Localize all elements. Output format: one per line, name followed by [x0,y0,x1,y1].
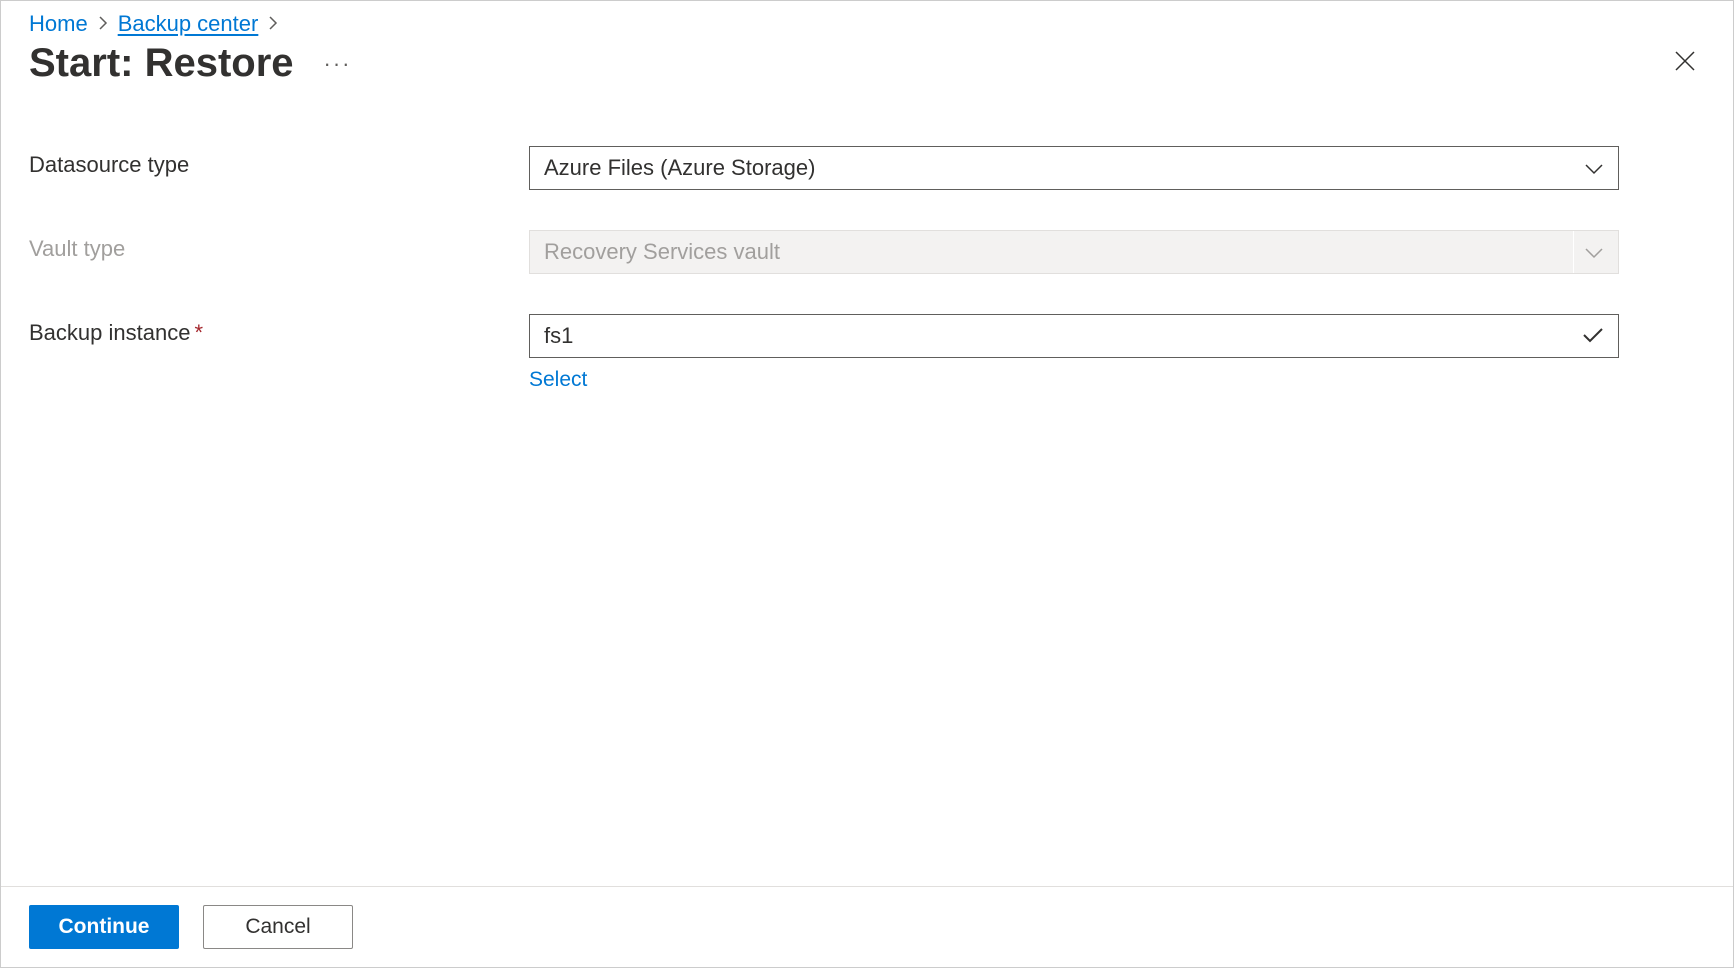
continue-button[interactable]: Continue [29,905,179,949]
close-icon [1674,50,1696,77]
divider [1573,231,1574,273]
breadcrumb-home-link[interactable]: Home [29,11,88,37]
chevron-right-icon [98,14,108,35]
more-actions-button[interactable]: ··· [320,51,356,77]
page-container: Home Backup center Start: Restore ··· Da… [0,0,1734,968]
chevron-right-icon [268,14,278,35]
label-vault-type: Vault type [29,230,529,262]
chevron-down-icon [1584,155,1604,181]
chevron-down-icon [1584,239,1604,265]
page-title: Start: Restore [29,41,294,86]
check-icon [1582,323,1604,349]
backup-instance-value: fs1 [544,323,573,349]
cancel-button[interactable]: Cancel [203,905,353,949]
page-header: Start: Restore ··· [1,37,1733,106]
close-button[interactable] [1665,44,1705,84]
footer: Continue Cancel [1,886,1733,967]
row-datasource-type: Datasource type Azure Files (Azure Stora… [29,146,1705,190]
required-star-icon: * [194,320,203,345]
row-vault-type: Vault type Recovery Services vault [29,230,1705,274]
backup-instance-select[interactable]: fs1 [529,314,1619,358]
datasource-type-value: Azure Files (Azure Storage) [544,155,815,181]
form: Datasource type Azure Files (Azure Stora… [1,106,1733,886]
title-row: Start: Restore ··· [29,41,356,86]
label-backup-instance: Backup instance* [29,314,529,346]
datasource-type-select[interactable]: Azure Files (Azure Storage) [529,146,1619,190]
breadcrumb: Home Backup center [1,1,1733,37]
label-datasource-type: Datasource type [29,146,529,178]
vault-type-select: Recovery Services vault [529,230,1619,274]
breadcrumb-backup-center-link[interactable]: Backup center [118,11,259,37]
backup-instance-select-link[interactable]: Select [529,368,587,392]
vault-type-value: Recovery Services vault [544,239,780,265]
row-backup-instance: Backup instance* fs1 Select [29,314,1705,392]
